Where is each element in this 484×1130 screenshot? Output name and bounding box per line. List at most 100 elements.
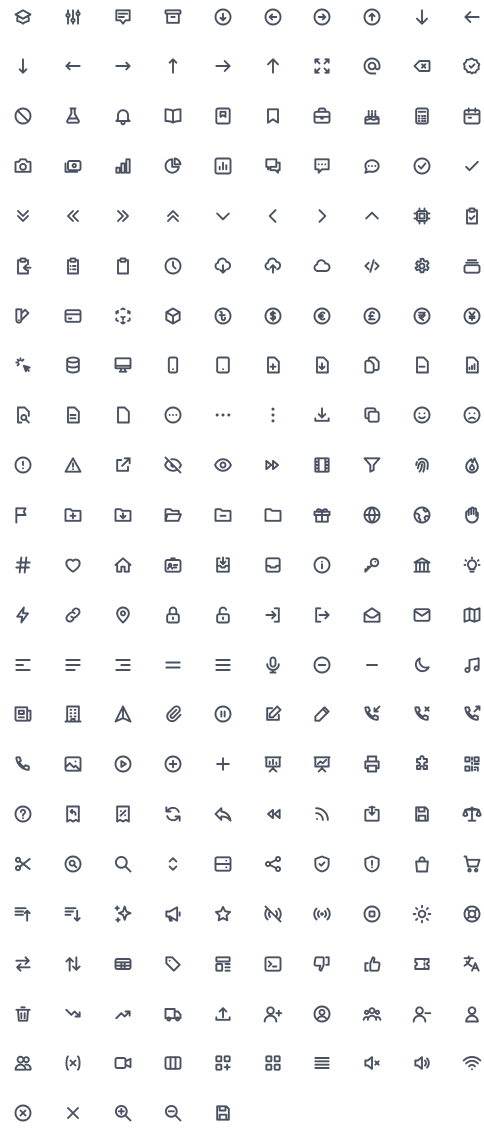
adjustments-icon[interactable] [56, 0, 90, 34]
key-icon[interactable] [355, 548, 389, 582]
chevron-double-left-icon[interactable] [56, 199, 90, 233]
cube-transparent-icon[interactable] [106, 299, 140, 333]
receipt-tax-icon[interactable] [106, 797, 140, 831]
fire-icon[interactable] [455, 448, 484, 482]
device-tablet-icon[interactable] [206, 348, 240, 382]
trending-down-icon[interactable] [56, 997, 90, 1031]
photograph-icon[interactable] [56, 747, 90, 781]
status-offline-icon[interactable] [256, 897, 290, 931]
folder-open-icon[interactable] [156, 498, 190, 532]
clipboard-check-icon[interactable] [455, 199, 484, 233]
cloud-upload-icon[interactable] [256, 249, 290, 283]
chevron-up-icon[interactable] [355, 199, 389, 233]
minus-icon[interactable] [355, 648, 389, 682]
filter-icon[interactable] [355, 448, 389, 482]
view-grid-icon[interactable] [256, 1046, 290, 1080]
backspace-icon[interactable] [405, 49, 439, 83]
variable-icon[interactable] [56, 1046, 90, 1080]
presentation-chart-line-icon[interactable] [305, 747, 339, 781]
arrow-narrow-up-icon[interactable] [156, 49, 190, 83]
login-icon[interactable] [256, 598, 290, 632]
chevron-double-up-icon[interactable] [156, 199, 190, 233]
cloud-icon[interactable] [305, 249, 339, 283]
shield-exclamation-icon[interactable] [355, 847, 389, 881]
server-icon[interactable] [206, 847, 240, 881]
arrow-circle-down-icon[interactable] [206, 0, 240, 34]
folder-remove-icon[interactable] [206, 498, 240, 532]
sort-descending-icon[interactable] [56, 897, 90, 931]
at-symbol-icon[interactable] [355, 49, 389, 83]
thumb-up-icon[interactable] [355, 947, 389, 981]
share-icon[interactable] [256, 847, 290, 881]
phone-incoming-icon[interactable] [355, 697, 389, 731]
calendar-icon[interactable] [455, 99, 484, 133]
clock-icon[interactable] [156, 249, 190, 283]
calculator-icon[interactable] [405, 99, 439, 133]
cube-icon[interactable] [156, 299, 190, 333]
menu-alt-4-icon[interactable] [156, 648, 190, 682]
user-circle-icon[interactable] [305, 997, 339, 1031]
arrow-narrow-right-icon[interactable] [106, 49, 140, 83]
printer-icon[interactable] [355, 747, 389, 781]
lightning-bolt-icon[interactable] [6, 598, 40, 632]
currency-yen-icon[interactable] [455, 299, 484, 333]
phone-missed-call-icon[interactable] [405, 697, 439, 731]
document-duplicate-icon[interactable] [355, 348, 389, 382]
emoji-sad-icon[interactable] [455, 398, 484, 432]
document-download-icon[interactable] [305, 348, 339, 382]
status-online-icon[interactable] [305, 897, 339, 931]
flag-icon[interactable] [6, 498, 40, 532]
selector-icon[interactable] [156, 847, 190, 881]
location-marker-icon[interactable] [106, 598, 140, 632]
arrows-expand-icon[interactable] [305, 49, 339, 83]
film-icon[interactable] [305, 448, 339, 482]
ban-icon[interactable] [6, 99, 40, 133]
chat-icon[interactable] [355, 149, 389, 183]
heart-icon[interactable] [56, 548, 90, 582]
currency-dollar-icon[interactable] [256, 299, 290, 333]
scissors-icon[interactable] [6, 847, 40, 881]
menu-alt-2-icon[interactable] [56, 648, 90, 682]
save-icon[interactable] [206, 1096, 240, 1130]
refresh-icon[interactable] [156, 797, 190, 831]
arrow-right-icon[interactable] [206, 49, 240, 83]
arrow-circle-left-icon[interactable] [256, 0, 290, 34]
shopping-bag-icon[interactable] [405, 847, 439, 881]
briefcase-icon[interactable] [305, 99, 339, 133]
clipboard-list-icon[interactable] [56, 249, 90, 283]
emoji-happy-icon[interactable] [405, 398, 439, 432]
finger-print-icon[interactable] [405, 448, 439, 482]
x-circle-icon[interactable] [6, 1096, 40, 1130]
duplicate-icon[interactable] [355, 398, 389, 432]
database-icon[interactable] [56, 348, 90, 382]
clipboard-copy-icon[interactable] [6, 249, 40, 283]
save-icon[interactable] [405, 797, 439, 831]
chart-pie-icon[interactable] [156, 149, 190, 183]
office-building-icon[interactable] [56, 697, 90, 731]
currency-pound-icon[interactable] [355, 299, 389, 333]
zoom-in-icon[interactable] [106, 1096, 140, 1130]
paper-clip-icon[interactable] [156, 697, 190, 731]
pencil-alt-icon[interactable] [256, 697, 290, 731]
view-list-icon[interactable] [305, 1046, 339, 1080]
question-mark-circle-icon[interactable] [6, 797, 40, 831]
folder-add-icon[interactable] [56, 498, 90, 532]
cursor-click-icon[interactable] [6, 348, 40, 382]
zoom-out-icon[interactable] [156, 1096, 190, 1130]
chat-alt-2-icon[interactable] [256, 149, 290, 183]
truck-icon[interactable] [156, 997, 190, 1031]
wifi-icon[interactable] [455, 1046, 484, 1080]
tag-icon[interactable] [156, 947, 190, 981]
book-open-icon[interactable] [156, 99, 190, 133]
light-bulb-icon[interactable] [455, 548, 484, 582]
search-circle-icon[interactable] [56, 847, 90, 881]
lock-open-icon[interactable] [206, 598, 240, 632]
upload-icon[interactable] [206, 997, 240, 1031]
template-icon[interactable] [206, 947, 240, 981]
search-icon[interactable] [106, 847, 140, 881]
music-note-icon[interactable] [455, 648, 484, 682]
exclamation-circle-icon[interactable] [6, 448, 40, 482]
pause-icon[interactable] [206, 697, 240, 731]
phone-outgoing-icon[interactable] [455, 697, 484, 731]
collection-icon[interactable] [455, 249, 484, 283]
